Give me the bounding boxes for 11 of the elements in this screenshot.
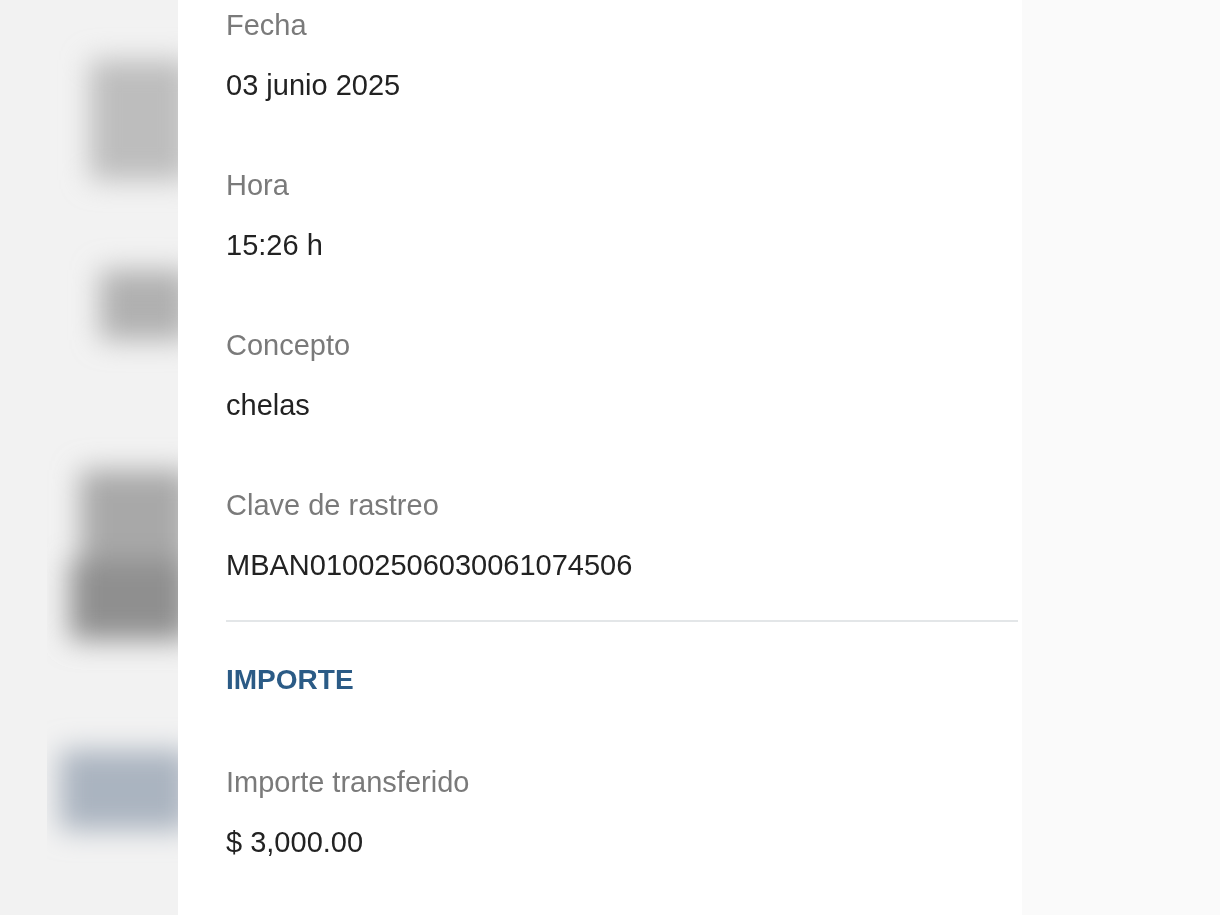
field-value: chelas [226,388,311,423]
field-value: $ 3,000.00 [226,825,365,860]
field-value: 03 junio 2025 [226,68,402,103]
field-label: Fecha [226,8,308,43]
field-label: Clave de rastreo [226,488,440,523]
field-value: 15:26 h [226,228,324,263]
field-label: Hora [226,168,290,203]
field-label: Importe transferido [226,765,471,800]
section-heading: IMPORTE [226,663,355,697]
field-label: Concepto [226,328,352,363]
field-value: MBAN01002506030061074506 [226,548,634,583]
